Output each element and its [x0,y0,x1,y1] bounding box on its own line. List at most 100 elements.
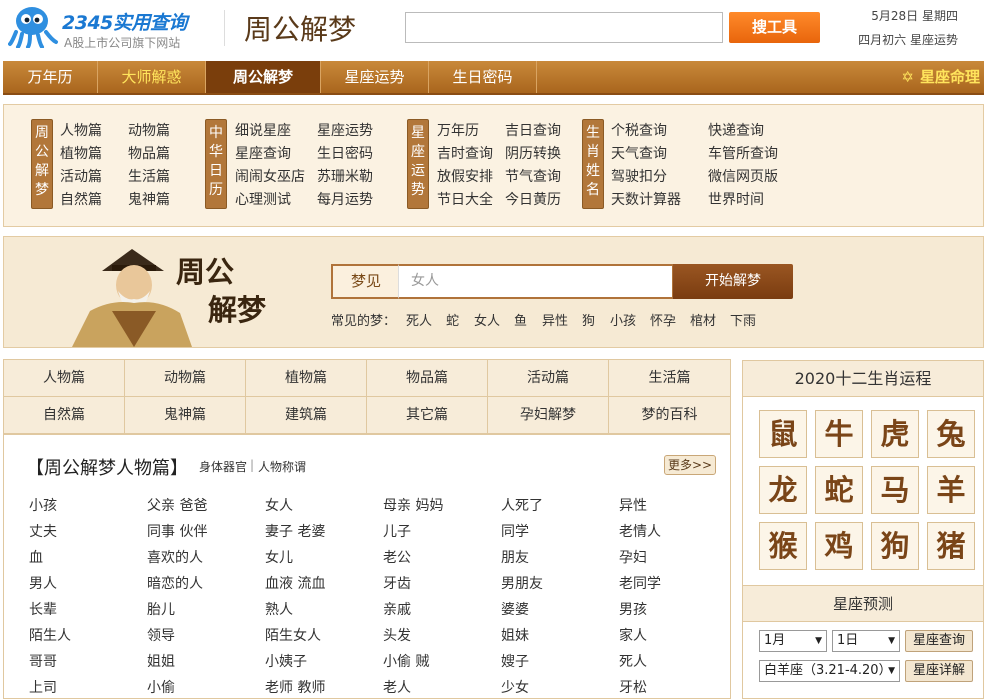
quick-link[interactable]: 闹闹女巫店 [235,166,305,186]
sign-select[interactable]: 白羊座（3.21-4.20） ▼ [759,660,900,682]
person-dream-link[interactable]: 嫂子 [501,651,529,671]
lunar-date-link[interactable]: 四月初六 星座运势 [858,31,958,48]
common-dream-link[interactable]: 狗 [582,310,595,329]
quick-link[interactable]: 吉日查询 [505,120,561,140]
category-tab[interactable]: 活动篇 [488,360,609,397]
common-dream-link[interactable]: 小孩 [610,310,636,329]
more-button[interactable]: 更多>> [664,455,716,475]
person-dream-link[interactable]: 上司 [29,677,57,697]
person-dream-link[interactable]: 头发 [383,625,411,645]
person-dream-link[interactable]: 喜欢的人 [147,547,203,567]
quick-link[interactable]: 天数计算器 [611,189,681,209]
quick-link[interactable]: 每月运势 [317,189,373,209]
zodiac-animal[interactable]: 猴 [759,522,807,570]
nav-birthday[interactable]: 生日密码 [429,61,537,93]
person-dream-link[interactable]: 姐姐 [147,651,175,671]
category-tab[interactable]: 建筑篇 [246,397,367,434]
person-dream-link[interactable]: 婆婆 [501,599,529,619]
person-dream-link[interactable]: 熟人 [265,599,293,619]
person-dream-link[interactable]: 女儿 [265,547,293,567]
titles-link[interactable]: 人物称谓 [258,458,306,475]
person-dream-link[interactable]: 老情人 [619,521,661,541]
person-dream-link[interactable]: 丈夫 [29,521,57,541]
zodiac-animal[interactable]: 牛 [815,410,863,458]
person-dream-link[interactable]: 男朋友 [501,573,543,593]
quick-link[interactable]: 植物篇 [60,143,102,163]
person-dream-link[interactable]: 老公 [383,547,411,567]
person-dream-link[interactable]: 同学 [501,521,529,541]
person-dream-link[interactable]: 死人 [619,651,647,671]
zodiac-animal[interactable]: 龙 [759,466,807,514]
quick-link[interactable]: 活动篇 [60,166,102,186]
zodiac-animal[interactable]: 蛇 [815,466,863,514]
zodiac-animal[interactable]: 虎 [871,410,919,458]
zodiac-animal[interactable]: 狗 [871,522,919,570]
person-dream-link[interactable]: 老人 [383,677,411,697]
body-organs-link[interactable]: 身体器官 [199,458,247,475]
quick-link[interactable]: 微信网页版 [708,166,778,186]
category-tab[interactable]: 孕妇解梦 [488,397,609,434]
person-dream-link[interactable]: 妻子 老婆 [265,521,325,541]
quick-link[interactable]: 万年历 [437,120,479,140]
quick-link[interactable]: 生日密码 [317,143,373,163]
quick-link[interactable]: 苏珊米勒 [317,166,373,186]
search-button[interactable]: 搜工具 [729,12,820,43]
person-dream-link[interactable]: 亲戚 [383,599,411,619]
quick-link[interactable]: 心理测试 [235,189,291,209]
person-dream-link[interactable]: 胎儿 [147,599,175,619]
common-dream-link[interactable]: 异性 [542,310,568,329]
category-tab[interactable]: 梦的百科 [609,397,730,434]
quick-link[interactable]: 驾驶扣分 [611,166,667,186]
zodiac-animal[interactable]: 鼠 [759,410,807,458]
person-dream-link[interactable]: 儿子 [383,521,411,541]
nav-dream[interactable]: 周公解梦 [206,61,321,93]
category-tab[interactable]: 人物篇 [4,360,125,397]
person-dream-link[interactable]: 血 [29,547,43,567]
common-dream-link[interactable]: 下雨 [730,310,756,329]
category-tab[interactable]: 动物篇 [125,360,246,397]
quick-link[interactable]: 鬼神篇 [128,189,170,209]
quick-link[interactable]: 今日黄历 [505,189,561,209]
common-dream-link[interactable]: 怀孕 [650,310,676,329]
person-dream-link[interactable]: 男人 [29,573,57,593]
person-dream-link[interactable]: 暗恋的人 [147,573,203,593]
zodiac-animal[interactable]: 兔 [927,410,975,458]
zodiac-animal[interactable]: 猪 [927,522,975,570]
month-select[interactable]: 1月 ▼ [759,630,827,652]
quick-link[interactable]: 自然篇 [60,189,102,209]
category-tab[interactable]: 其它篇 [367,397,488,434]
person-dream-link[interactable]: 父亲 爸爸 [147,495,207,515]
category-tab[interactable]: 鬼神篇 [125,397,246,434]
common-dream-link[interactable]: 鱼 [514,310,527,329]
quick-link[interactable]: 细说星座 [235,120,291,140]
quick-link[interactable]: 人物篇 [60,120,102,140]
person-dream-link[interactable]: 家人 [619,625,647,645]
category-tab[interactable]: 自然篇 [4,397,125,434]
start-dream-button[interactable]: 开始解梦 [673,264,793,299]
category-tab[interactable]: 植物篇 [246,360,367,397]
category-tab[interactable]: 物品篇 [367,360,488,397]
star-query-button[interactable]: 星座查询 [905,630,973,652]
person-dream-link[interactable]: 血液 流血 [265,573,325,593]
person-dream-link[interactable]: 朋友 [501,547,529,567]
zodiac-animal[interactable]: 鸡 [815,522,863,570]
quick-link[interactable]: 车管所查询 [708,143,778,163]
nav-master[interactable]: 大师解惑 [98,61,206,93]
person-dream-link[interactable]: 小姨子 [265,651,307,671]
common-dream-link[interactable]: 女人 [474,310,500,329]
person-dream-link[interactable]: 女人 [265,495,293,515]
nav-calendar[interactable]: 万年历 [3,61,98,93]
quick-link[interactable]: 世界时间 [708,189,764,209]
category-tab[interactable]: 生活篇 [609,360,730,397]
person-dream-link[interactable]: 少女 [501,677,529,697]
person-dream-link[interactable]: 姐妹 [501,625,529,645]
common-dream-link[interactable]: 棺材 [690,310,716,329]
quick-link[interactable]: 快递查询 [708,120,764,140]
person-dream-link[interactable]: 小偷 贼 [383,651,429,671]
person-dream-link[interactable]: 小孩 [29,495,57,515]
person-dream-link[interactable]: 母亲 妈妈 [383,495,443,515]
person-dream-link[interactable]: 小偷 [147,677,175,697]
person-dream-link[interactable]: 老同学 [619,573,661,593]
dream-search-input[interactable]: 女人 [398,264,674,299]
person-dream-link[interactable]: 孕妇 [619,547,647,567]
